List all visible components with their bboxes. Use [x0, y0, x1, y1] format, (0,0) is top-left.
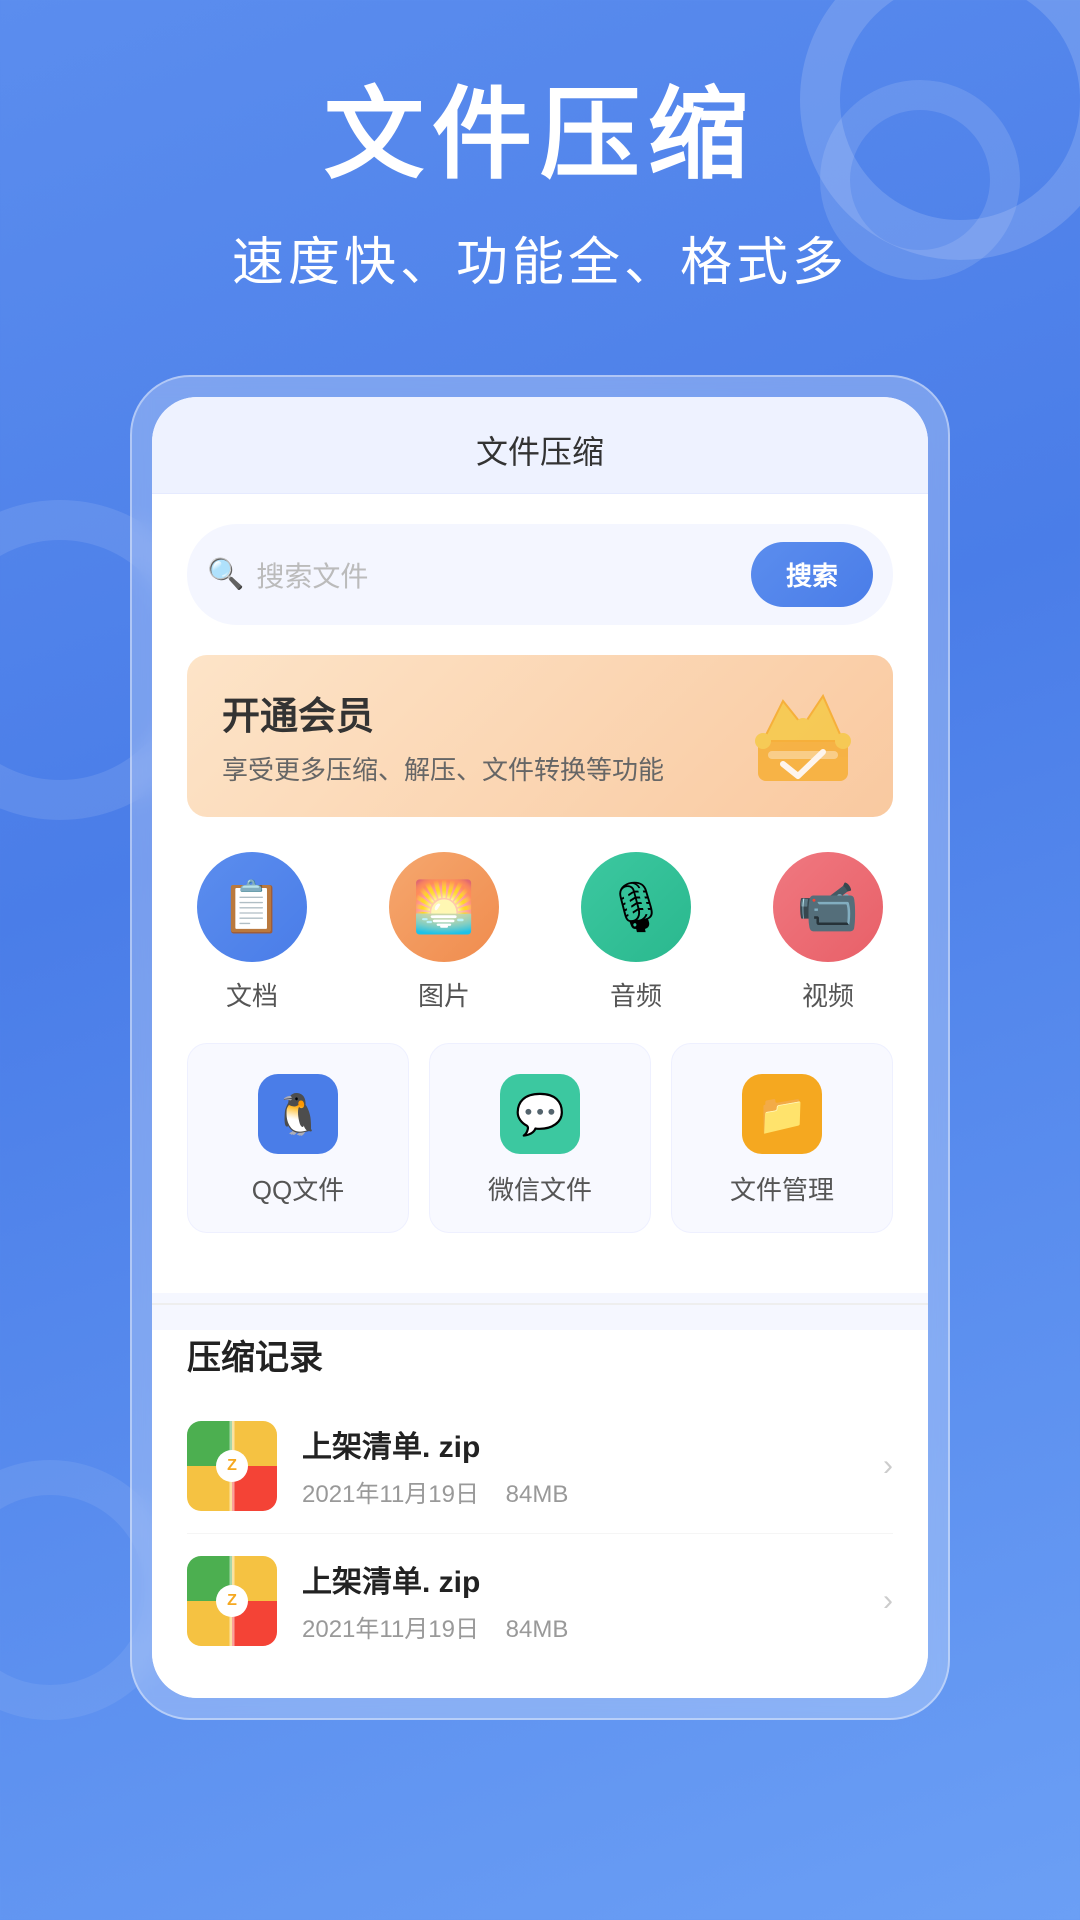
phone-inner: 文件压缩 🔍 搜索文件 搜索 开通会员 享受更多压缩、解压、文件转换等功能	[152, 397, 928, 1698]
category-icon-img: 🌅	[389, 852, 499, 962]
category-icon-audio: 🎙	[581, 852, 691, 962]
header-section: 文件压缩 速度快、功能全、格式多	[0, 0, 1080, 335]
record-meta-2: 2021年11月19日 84MB	[302, 1609, 883, 1644]
record-item-2[interactable]: Z 上架清单. zip 2021年11月19日 84MB ›	[187, 1534, 893, 1668]
wechat-icon: 💬	[500, 1074, 580, 1154]
category-item-audio[interactable]: 🎙 音频	[581, 852, 691, 1013]
category-item-video[interactable]: 📹 视频	[773, 852, 883, 1013]
record-item-1[interactable]: Z 上架清单. zip 2021年11月19日 84MB ›	[187, 1399, 893, 1534]
records-title: 压缩记录	[187, 1330, 893, 1379]
record-info-1: 上架清单. zip 2021年11月19日 84MB	[302, 1422, 883, 1509]
category-item-img[interactable]: 🌅 图片	[389, 852, 499, 1013]
category-icon-doc: 📋	[197, 852, 307, 962]
record-name-2: 上架清单. zip	[302, 1557, 883, 1601]
quick-label-qq: QQ文件	[252, 1170, 344, 1207]
search-bar: 🔍 搜索文件 搜索	[187, 524, 893, 625]
quick-item-qq[interactable]: 🐧 QQ文件	[187, 1043, 409, 1233]
vip-crown-icon	[743, 676, 863, 796]
record-size-2: 84MB	[506, 1616, 569, 1643]
category-label-audio: 音频	[610, 976, 662, 1013]
record-date-2: 2021年11月19日	[302, 1616, 479, 1643]
zip-icon-1: Z	[187, 1421, 277, 1511]
quick-label-files: 文件管理	[730, 1170, 834, 1207]
phone-mockup: 文件压缩 🔍 搜索文件 搜索 开通会员 享受更多压缩、解压、文件转换等功能	[130, 375, 950, 1720]
category-item-doc[interactable]: 📋 文档	[197, 852, 307, 1013]
zip-icon-2: Z	[187, 1556, 277, 1646]
record-date-1: 2021年11月19日	[302, 1481, 479, 1508]
qq-icon: 🐧	[258, 1074, 338, 1154]
search-placeholder: 搜索文件	[256, 555, 739, 595]
quick-item-files[interactable]: 📁 文件管理	[671, 1043, 893, 1233]
category-icon-video: 📹	[773, 852, 883, 962]
vip-banner[interactable]: 开通会员 享受更多压缩、解压、文件转换等功能	[187, 655, 893, 817]
record-size-1: 84MB	[506, 1481, 569, 1508]
chevron-right-icon-1: ›	[883, 1449, 893, 1483]
record-info-2: 上架清单. zip 2021年11月19日 84MB	[302, 1557, 883, 1644]
record-meta-1: 2021年11月19日 84MB	[302, 1474, 883, 1509]
phone-topbar: 文件压缩	[152, 397, 928, 494]
quick-item-wechat[interactable]: 💬 微信文件	[429, 1043, 651, 1233]
category-label-doc: 文档	[226, 976, 278, 1013]
record-name-1: 上架清单. zip	[302, 1422, 883, 1466]
file-manager-icon: 📁	[742, 1074, 822, 1154]
search-button[interactable]: 搜索	[751, 542, 873, 607]
category-row: 📋 文档 🌅 图片 🎙 音频	[187, 852, 893, 1013]
quick-access-grid: 🐧 QQ文件 💬 微信文件 📁 文件管理	[187, 1043, 893, 1233]
chevron-right-icon-2: ›	[883, 1584, 893, 1618]
phone-content: 🔍 搜索文件 搜索 开通会员 享受更多压缩、解压、文件转换等功能	[152, 494, 928, 1293]
category-label-img: 图片	[418, 976, 470, 1013]
records-section: 压缩记录 Z 上架清单. zip 2021年11月19日 84MB	[152, 1330, 928, 1698]
main-title: 文件压缩	[60, 80, 1020, 190]
search-icon: 🔍	[207, 557, 244, 592]
phone-topbar-title: 文件压缩	[476, 434, 604, 470]
category-label-video: 视频	[802, 976, 854, 1013]
quick-label-wechat: 微信文件	[488, 1170, 592, 1207]
sub-title: 速度快、功能全、格式多	[60, 220, 1020, 295]
section-divider	[152, 1303, 928, 1305]
